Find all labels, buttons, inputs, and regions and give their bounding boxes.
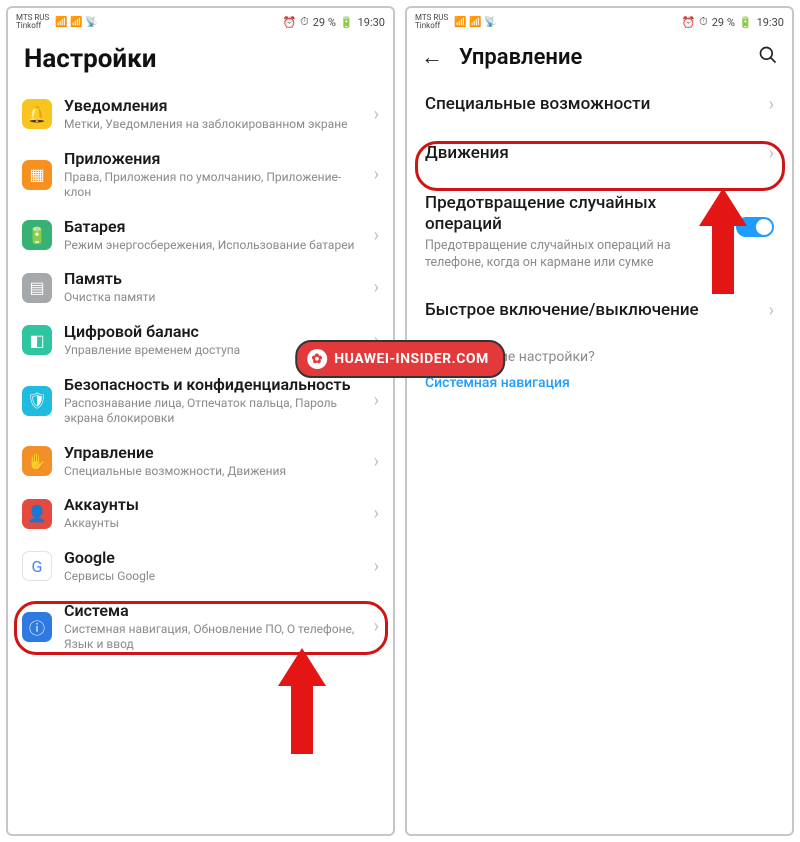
- row-battery[interactable]: 🔋 Батарея Режим энергосбережения, Исполь…: [8, 209, 393, 262]
- battery-icon: 🔋: [739, 16, 753, 29]
- signal-icon-2: 📶: [70, 17, 82, 28]
- huawei-logo-icon: ✿: [307, 349, 327, 369]
- chevron-right-icon: ›: [769, 300, 774, 321]
- row-memory[interactable]: ▤ Память Очистка памяти ›: [8, 261, 393, 314]
- battery-pct: 29 %: [712, 16, 735, 29]
- row-quick-power[interactable]: Быстрое включение/выключение ›: [407, 286, 792, 335]
- chevron-right-icon: ›: [374, 277, 379, 298]
- row-accounts[interactable]: 👤 Аккаунты Аккаунты ›: [8, 487, 393, 540]
- page-title: Управление: [459, 45, 742, 70]
- row-apps[interactable]: ▦ Приложения Права, Приложения по умолча…: [8, 141, 393, 209]
- search-icon: [758, 45, 778, 65]
- chevron-right-icon: ›: [769, 94, 774, 115]
- apps-icon: ▦: [22, 160, 52, 190]
- memory-icon: ▤: [22, 273, 52, 303]
- bell-icon: 🔔: [22, 99, 52, 129]
- shield-icon: 🛡: [22, 386, 52, 416]
- chevron-right-icon: ›: [374, 616, 379, 637]
- status-bar: МТS RUS Tinkoff 📶 📶 📡 ⏰ ⏱ 29 % 🔋 19:30: [407, 8, 792, 36]
- phone-left-settings: МТS RUS Tinkoff 📶 📶 📡 ⏰ ⏱ 29 % 🔋 19:30 Н…: [6, 6, 395, 836]
- row-accessibility[interactable]: Специальные возможности ›: [407, 80, 792, 129]
- chevron-right-icon: ›: [374, 556, 379, 577]
- clock: 19:30: [757, 16, 784, 29]
- settings-list: 🔔 Уведомления Метки, Уведомления на забл…: [8, 88, 393, 834]
- chevron-right-icon: ›: [374, 451, 379, 472]
- watermark-text: HUAWEI-INSIDER.COM: [334, 351, 489, 367]
- balance-icon: ◧: [22, 325, 52, 355]
- alarm-icon-2: ⏱: [300, 15, 309, 29]
- chevron-right-icon: ›: [374, 390, 379, 411]
- row-prevent-accidental[interactable]: Предотвращение случайных операций Предот…: [407, 179, 792, 286]
- alarm-icon: ⏰: [681, 16, 695, 29]
- system-icon: ⓘ: [22, 612, 52, 642]
- row-notifications[interactable]: 🔔 Уведомления Метки, Уведомления на забл…: [8, 88, 393, 141]
- signal-icon-2: 📶: [469, 17, 481, 28]
- hand-icon: ✋: [22, 446, 52, 476]
- chevron-right-icon: ›: [374, 503, 379, 524]
- battery-icon: 🔋: [22, 220, 52, 250]
- battery-icon: 🔋: [340, 16, 354, 29]
- back-button[interactable]: ←: [421, 44, 443, 70]
- row-control[interactable]: ✋ Управление Специальные возможности, Дв…: [8, 435, 393, 488]
- google-icon: G: [22, 551, 52, 581]
- clock: 19:30: [358, 16, 385, 29]
- toggle-prevent-accidental[interactable]: [736, 217, 774, 237]
- row-motions[interactable]: Движения ›: [407, 129, 792, 178]
- row-google[interactable]: G Google Сервисы Google ›: [8, 540, 393, 593]
- page-title: Настройки: [8, 36, 393, 88]
- signal-icon: 📶: [55, 17, 67, 28]
- chevron-right-icon: ›: [374, 104, 379, 125]
- chevron-right-icon: ›: [769, 143, 774, 164]
- alarm-icon-2: ⏱: [699, 15, 708, 29]
- chevron-right-icon: ›: [374, 225, 379, 246]
- signal-icon: 📶: [454, 17, 466, 28]
- wifi-icon: 📡: [484, 17, 496, 28]
- control-list: Специальные возможности › Движения › Пре…: [407, 80, 792, 834]
- search-button[interactable]: [758, 45, 778, 70]
- chevron-right-icon: ›: [374, 164, 379, 185]
- carrier-2: Tinkoff: [415, 22, 448, 30]
- watermark-badge: ✿ HUAWEI-INSIDER.COM: [295, 340, 505, 378]
- status-bar: МТS RUS Tinkoff 📶 📶 📡 ⏰ ⏱ 29 % 🔋 19:30: [8, 8, 393, 36]
- phone-right-control: МТS RUS Tinkoff 📶 📶 📡 ⏰ ⏱ 29 % 🔋 19:30 ←…: [405, 6, 794, 836]
- wifi-icon: 📡: [85, 17, 97, 28]
- carrier-2: Tinkoff: [16, 22, 49, 30]
- battery-pct: 29 %: [313, 16, 336, 29]
- user-icon: 👤: [22, 499, 52, 529]
- alarm-icon: ⏰: [282, 16, 296, 29]
- row-system[interactable]: ⓘ Система Системная навигация, Обновлени…: [8, 593, 393, 661]
